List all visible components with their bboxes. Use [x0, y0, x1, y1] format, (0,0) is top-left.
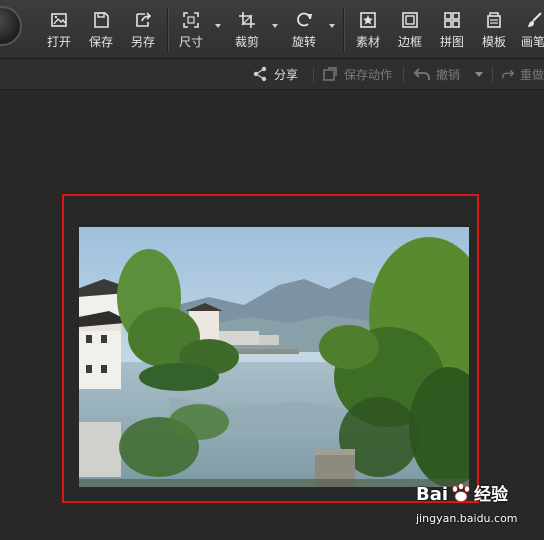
watermark-brand-left: Bai	[416, 484, 449, 505]
undo-dropdown-caret[interactable]	[475, 72, 483, 77]
rotate-icon	[297, 12, 312, 27]
save-as-button[interactable]: 另存	[128, 0, 158, 58]
edited-photo[interactable]	[79, 227, 469, 487]
undo-button[interactable]: 撤销	[414, 59, 460, 89]
collage-button-label: 拼图	[439, 35, 464, 49]
landscape-photo-image	[79, 227, 469, 487]
actionbar-separator	[313, 67, 314, 82]
save-as-icon	[136, 12, 152, 27]
app-menu-logo[interactable]	[0, 6, 22, 46]
watermark-url: jingyan.baidu.com	[416, 512, 518, 525]
open-button-label: 打开	[46, 35, 71, 49]
share-icon	[253, 66, 267, 82]
brush-button-label: 画笔	[521, 35, 544, 49]
undo-icon	[414, 68, 430, 80]
share-button[interactable]: 分享	[252, 59, 298, 89]
collage-icon	[444, 12, 460, 28]
rotate-dropdown-caret[interactable]	[329, 24, 335, 28]
actionbar-separator	[403, 67, 404, 82]
save-as-button-label: 另存	[130, 35, 155, 49]
rotate-button[interactable]: 旋转	[289, 0, 319, 58]
crop-icon	[239, 12, 255, 28]
crop-button-label: 裁剪	[234, 35, 259, 49]
save-icon	[94, 12, 109, 28]
share-label: 分享	[274, 67, 299, 82]
collage-button[interactable]: 拼图	[437, 0, 467, 58]
resize-dropdown-caret[interactable]	[215, 24, 221, 28]
toolbar-separator	[167, 8, 168, 52]
crop-button[interactable]: 裁剪	[232, 0, 262, 58]
redo-label: 重做	[519, 67, 544, 82]
undo-label: 撤销	[436, 67, 461, 82]
main-toolbar: 打开 保存 另存 尺寸 裁剪 旋转 素材 边框 拼图 模板 画笔	[0, 0, 544, 59]
star-material-icon	[360, 12, 376, 28]
material-button[interactable]: 素材	[353, 0, 383, 58]
watermark-brand-right: 经验	[474, 485, 509, 505]
brush-icon	[528, 12, 542, 27]
material-button-label: 素材	[355, 35, 380, 49]
template-button[interactable]: 模板	[479, 0, 509, 58]
open-image-icon	[51, 13, 67, 27]
actionbar-separator	[492, 67, 493, 82]
open-button[interactable]: 打开	[44, 0, 74, 58]
action-bar: 分享 保存动作 撤销 重做	[0, 59, 544, 90]
save-action-button[interactable]: 保存动作	[322, 59, 392, 89]
save-button-label: 保存	[88, 35, 113, 49]
baidu-jingyan-watermark: Bai 经验 jingyan.baidu.com	[412, 480, 544, 528]
template-icon	[487, 12, 501, 28]
crop-dropdown-caret[interactable]	[272, 24, 278, 28]
watermark-brand: Bai 经验	[416, 480, 508, 505]
resize-icon	[183, 12, 199, 28]
save-button[interactable]: 保存	[86, 0, 116, 58]
toolbar-separator	[343, 8, 344, 52]
frame-button-label: 边框	[397, 35, 422, 49]
baidu-paw-icon	[452, 483, 470, 502]
redo-button[interactable]: 重做	[502, 59, 544, 89]
frame-button[interactable]: 边框	[395, 0, 425, 58]
resize-button-label: 尺寸	[178, 35, 203, 49]
rotate-button-label: 旋转	[291, 35, 316, 49]
frame-icon	[402, 12, 418, 28]
redo-icon	[502, 69, 514, 79]
template-button-label: 模板	[481, 35, 506, 49]
save-action-icon	[323, 67, 337, 81]
resize-button[interactable]: 尺寸	[176, 0, 206, 58]
brush-button[interactable]: 画笔	[521, 0, 544, 58]
save-action-label: 保存动作	[344, 67, 393, 82]
